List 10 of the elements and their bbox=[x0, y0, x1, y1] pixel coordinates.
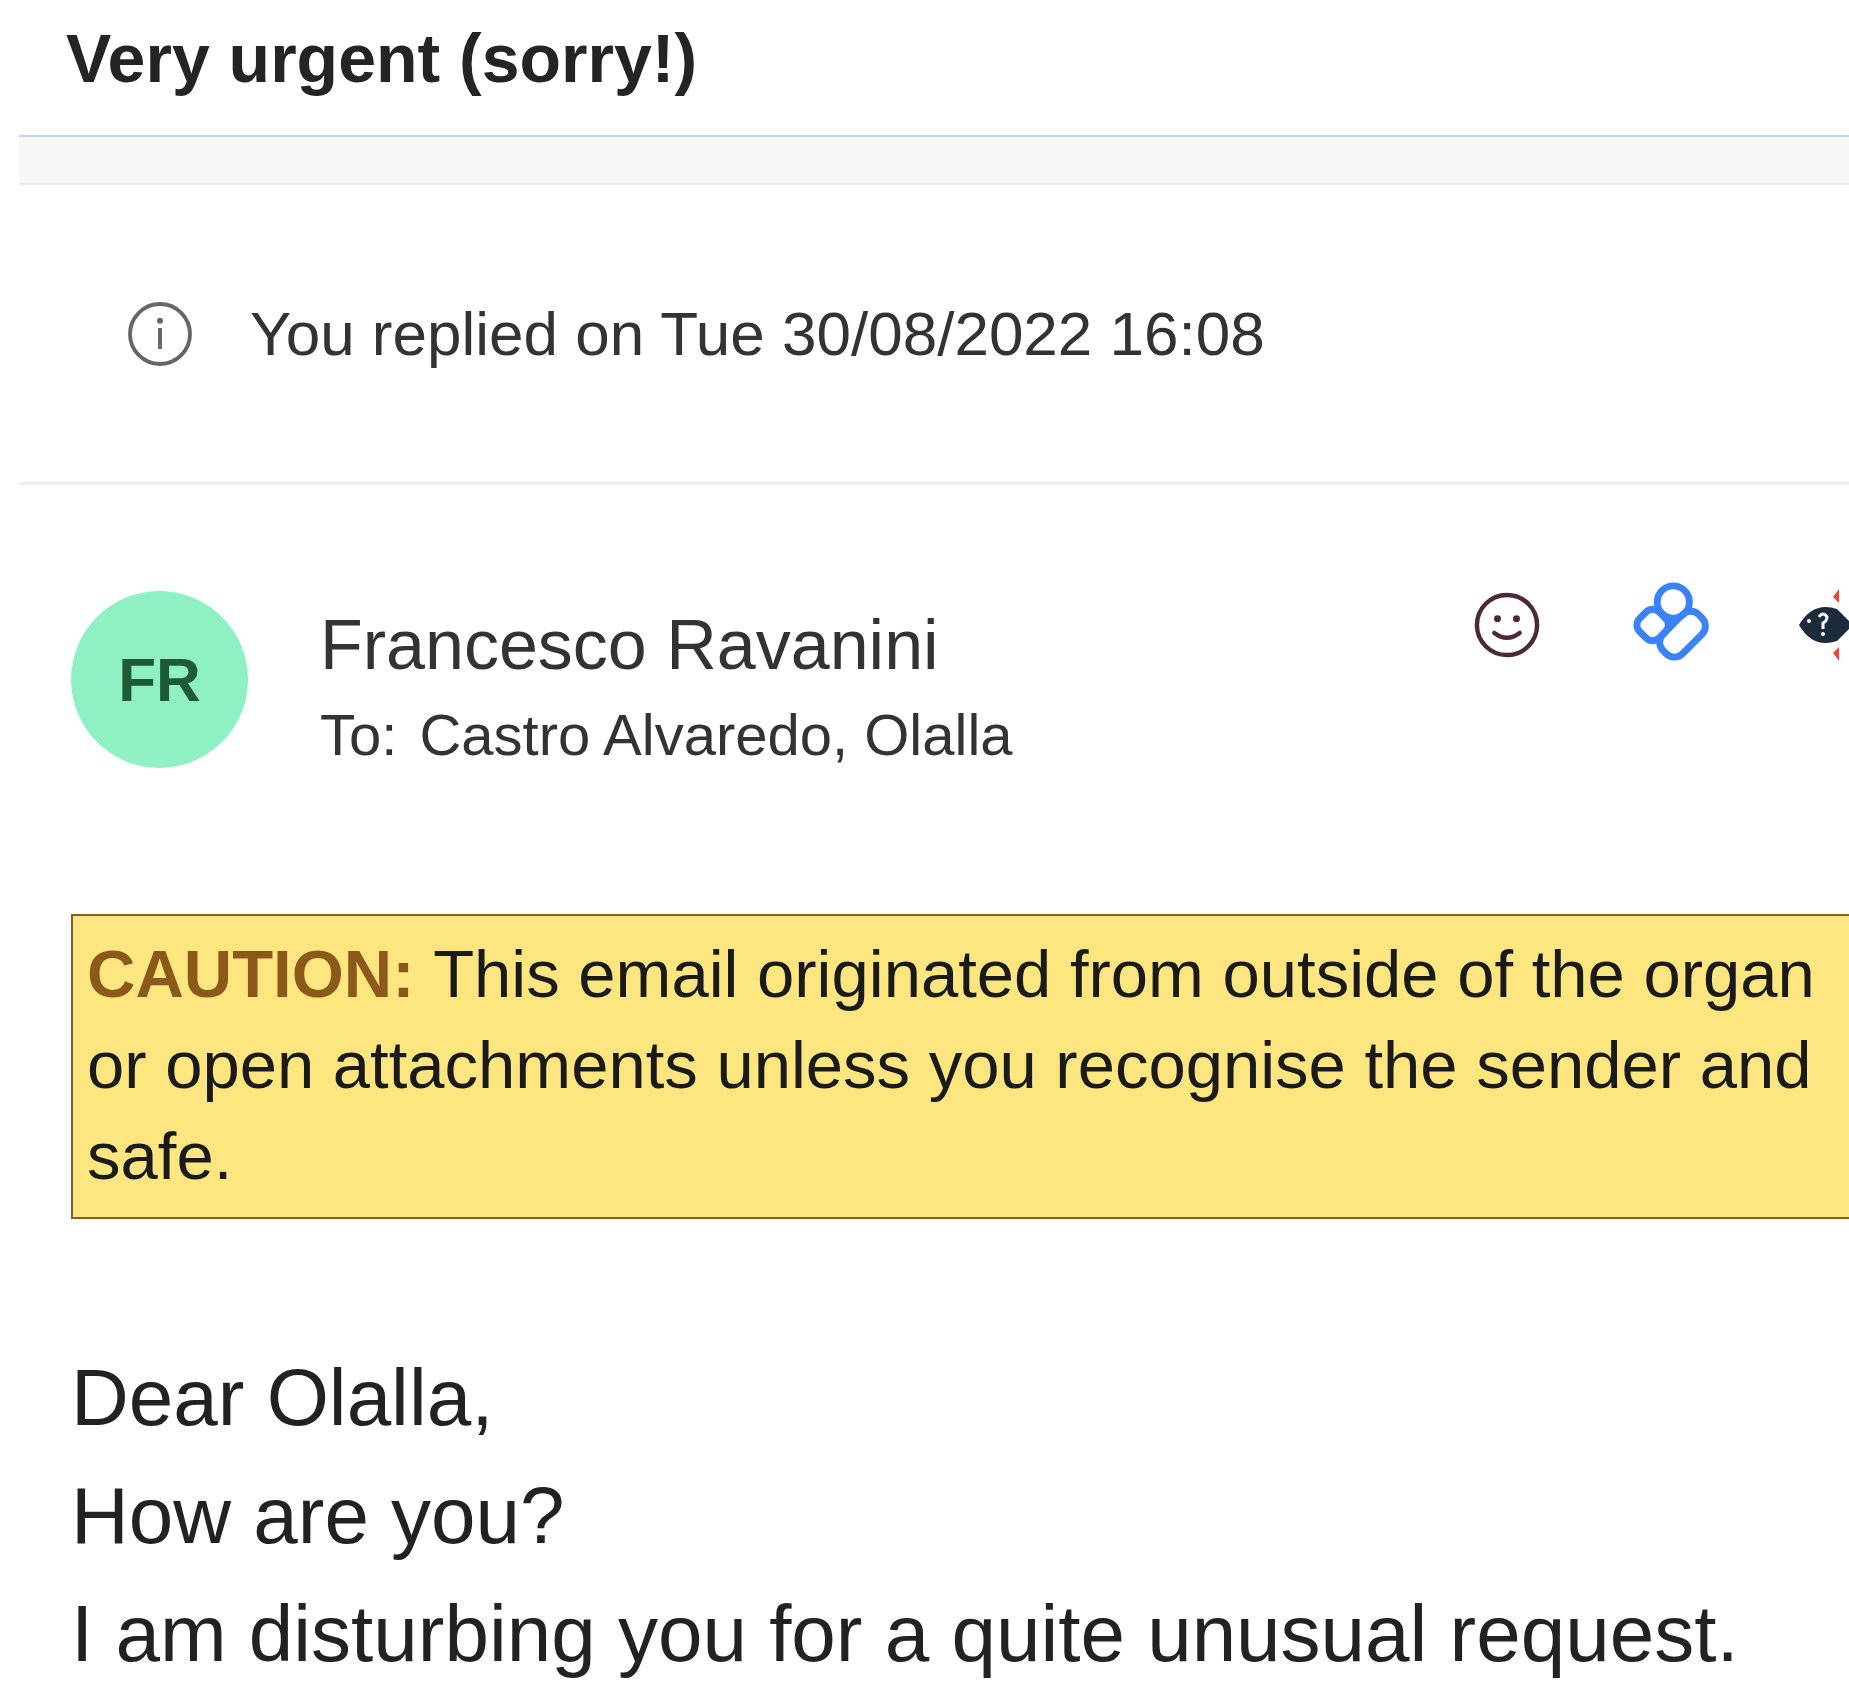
email-subject: Very urgent (sorry!) bbox=[65, 19, 699, 98]
reply-notice: You replied on Tue 30/08/2022 16:08 bbox=[250, 298, 1265, 369]
sender-avatar: FR bbox=[71, 591, 248, 768]
body-text: How are you? bbox=[71, 1470, 566, 1562]
sender-name[interactable]: Francesco Ravanini bbox=[320, 605, 1013, 685]
caution-notice: CAUTION: This email originated from outside of the organ or open attachments unless you recognise the sender and safe. bbox=[87, 935, 1816, 1195]
recipient-name[interactable]: Castro Alvaredo, Olalla bbox=[419, 701, 1013, 768]
body-text: I am disturbing you for a quite unusual request. bbox=[71, 1588, 1740, 1680]
to-label: To: bbox=[320, 701, 398, 768]
body-text: Dear Olalla, bbox=[71, 1352, 495, 1444]
